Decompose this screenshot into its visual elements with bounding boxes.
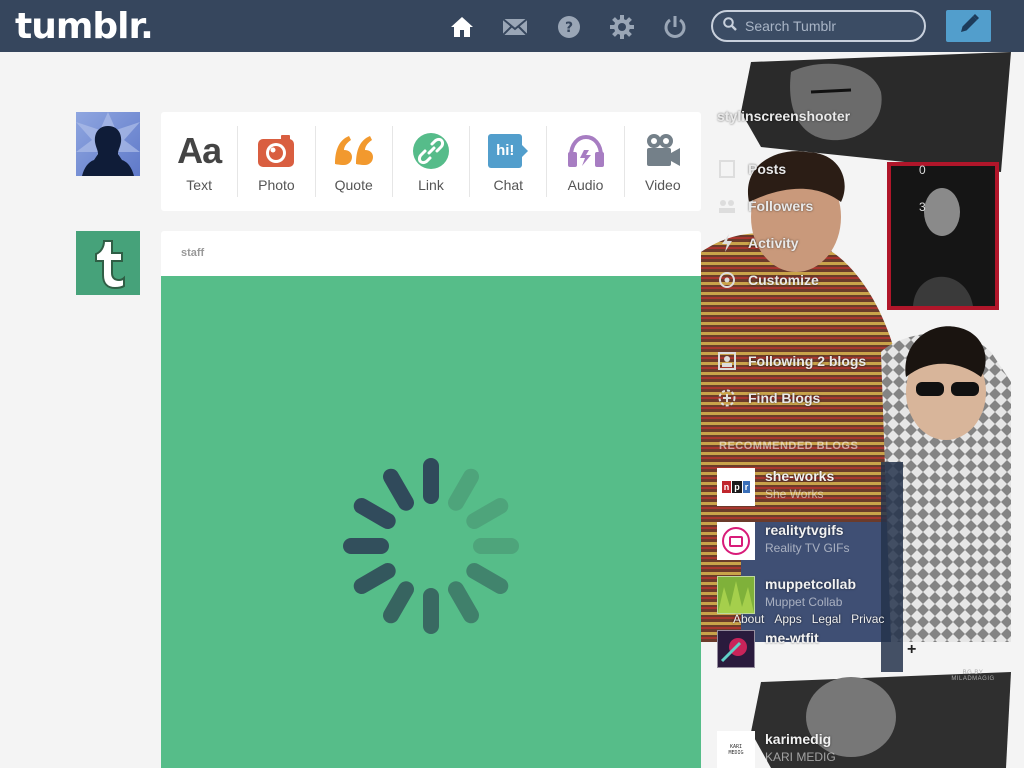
sidebar-item-find-blogs[interactable]: Find Blogs: [717, 388, 820, 408]
post-type-label: Audio: [567, 176, 604, 193]
recommended-blog[interactable]: realitytvgifs Reality TV GIFs: [717, 522, 849, 560]
user-avatar[interactable]: [76, 112, 140, 176]
blog-title: She Works: [765, 487, 824, 501]
sidebar-item-customize[interactable]: Customize: [717, 270, 819, 290]
mail-icon[interactable]: [502, 14, 528, 40]
followers-count: 3: [919, 200, 926, 214]
home-icon[interactable]: [449, 14, 475, 40]
camera-icon: [257, 131, 295, 171]
blog-title: KARI MEDIG: [765, 750, 836, 764]
add-blog-plus-icon[interactable]: +: [907, 641, 916, 659]
headphones-icon: [566, 131, 606, 171]
link-icon: [412, 131, 450, 171]
activity-icon: [717, 233, 737, 253]
post-type-quote-button[interactable]: Quote: [316, 126, 393, 197]
blog-avatar: KARI MEDIG: [717, 731, 755, 768]
search-box[interactable]: [711, 10, 926, 42]
recommended-blog[interactable]: me-wtfit: [717, 630, 819, 668]
blog-avatar: [717, 576, 755, 614]
tumblr-t-icon: [95, 240, 125, 289]
top-navigation-bar: tumblr. ?: [0, 0, 1024, 52]
footer-links: About Apps Legal Privac: [733, 612, 884, 626]
post-type-label: Photo: [258, 176, 295, 193]
following-icon: [717, 351, 737, 371]
compose-button[interactable]: [946, 10, 991, 42]
pencil-icon: [958, 13, 980, 40]
post-type-photo-button[interactable]: Photo: [238, 126, 316, 197]
footer-link-about[interactable]: About: [733, 612, 764, 626]
blog-avatar: [717, 522, 755, 560]
loading-spinner-icon: [343, 458, 519, 634]
footer-link-apps[interactable]: Apps: [774, 612, 801, 626]
blog-name: realitytvgifs: [765, 522, 844, 538]
svg-text:?: ?: [565, 20, 573, 36]
post-author[interactable]: staff: [161, 231, 701, 276]
help-icon[interactable]: ?: [556, 14, 582, 40]
followers-icon: [717, 196, 737, 216]
search-icon: [723, 16, 737, 36]
quote-icon: [333, 131, 375, 171]
blog-name: she-works: [765, 468, 835, 484]
text-icon: Aa: [177, 129, 222, 171]
blog-title: Muppet Collab: [765, 595, 843, 609]
blog-name: me-wtfit: [765, 630, 819, 646]
sidebar-item-activity[interactable]: Activity: [717, 233, 799, 253]
recommended-heading: RECOMMENDED BLOGS: [719, 440, 859, 452]
footer-link-privacy[interactable]: Privac: [851, 612, 884, 626]
posts-count: 0: [919, 163, 926, 177]
post-type-label: Text: [186, 176, 212, 193]
sidebar-item-following[interactable]: Following 2 blogs: [717, 351, 866, 371]
gear-icon[interactable]: [609, 14, 635, 40]
blog-title: Reality TV GIFs: [765, 541, 850, 555]
dashboard-post: staff: [161, 231, 701, 768]
blog-name: karimedig: [765, 731, 832, 747]
video-camera-icon: [645, 131, 681, 171]
blog-avatar: [717, 630, 755, 668]
tumblr-logo[interactable]: tumblr.: [15, 6, 154, 47]
footer-link-legal[interactable]: Legal: [812, 612, 841, 626]
blog-avatar: n p r: [717, 468, 755, 506]
sidebar-item-followers[interactable]: Followers: [717, 196, 813, 216]
recommended-blog[interactable]: KARI MEDIG karimedig KARI MEDIG: [717, 731, 836, 768]
recommended-blog[interactable]: muppetcollab Muppet Collab: [717, 576, 856, 614]
background-credit: BG BY MILADMAGIG: [951, 670, 995, 682]
posts-icon: [717, 159, 737, 179]
chat-icon: hi!: [488, 131, 529, 171]
find-blogs-icon: [717, 388, 737, 408]
post-type-label: Quote: [334, 176, 373, 193]
post-type-link-button[interactable]: Link: [393, 126, 471, 197]
blog-name: muppetcollab: [765, 576, 857, 592]
power-icon[interactable]: [662, 14, 688, 40]
tv-icon: [722, 527, 750, 555]
post-type-bar: Aa Text Photo Quote Link hi! Chat Audio …: [161, 112, 701, 211]
post-type-chat-button[interactable]: hi! Chat: [470, 126, 548, 197]
post-type-text-button[interactable]: Aa Text: [161, 126, 239, 197]
recommended-blog[interactable]: n p r she-works She Works: [717, 468, 834, 506]
post-type-video-button[interactable]: Video: [625, 126, 701, 197]
search-input[interactable]: [745, 18, 905, 34]
post-type-label: Link: [418, 176, 444, 193]
customize-icon: [717, 270, 737, 290]
staff-avatar[interactable]: [76, 231, 140, 295]
post-type-label: Video: [645, 176, 681, 193]
post-type-audio-button[interactable]: Audio: [547, 126, 625, 197]
post-type-label: Chat: [493, 176, 524, 193]
sidebar-item-posts[interactable]: Posts: [717, 159, 786, 179]
sidebar-blog-name[interactable]: stylinscreenshooter: [717, 108, 850, 124]
post-media[interactable]: [161, 276, 701, 768]
